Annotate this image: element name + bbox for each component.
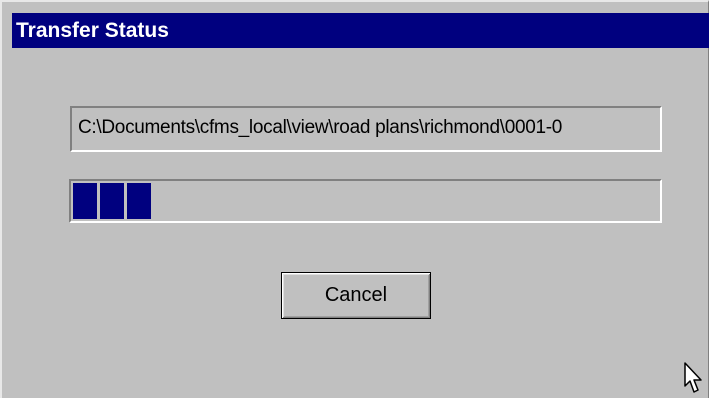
progress-block bbox=[127, 183, 151, 219]
transfer-status-dialog: Transfer Status C:\Documents\cfms_local\… bbox=[0, 0, 709, 398]
progress-block bbox=[73, 183, 97, 219]
transfer-progress-bar bbox=[69, 179, 662, 223]
progress-fill bbox=[73, 183, 151, 219]
current-file-path-text: C:\Documents\cfms_local\view\road plans\… bbox=[78, 117, 563, 138]
current-file-path-field: C:\Documents\cfms_local\view\road plans\… bbox=[70, 106, 662, 152]
cancel-button[interactable]: Cancel bbox=[281, 272, 431, 319]
mouse-pointer-icon bbox=[684, 362, 702, 393]
progress-block bbox=[100, 183, 124, 219]
dialog-title: Transfer Status bbox=[12, 13, 709, 48]
